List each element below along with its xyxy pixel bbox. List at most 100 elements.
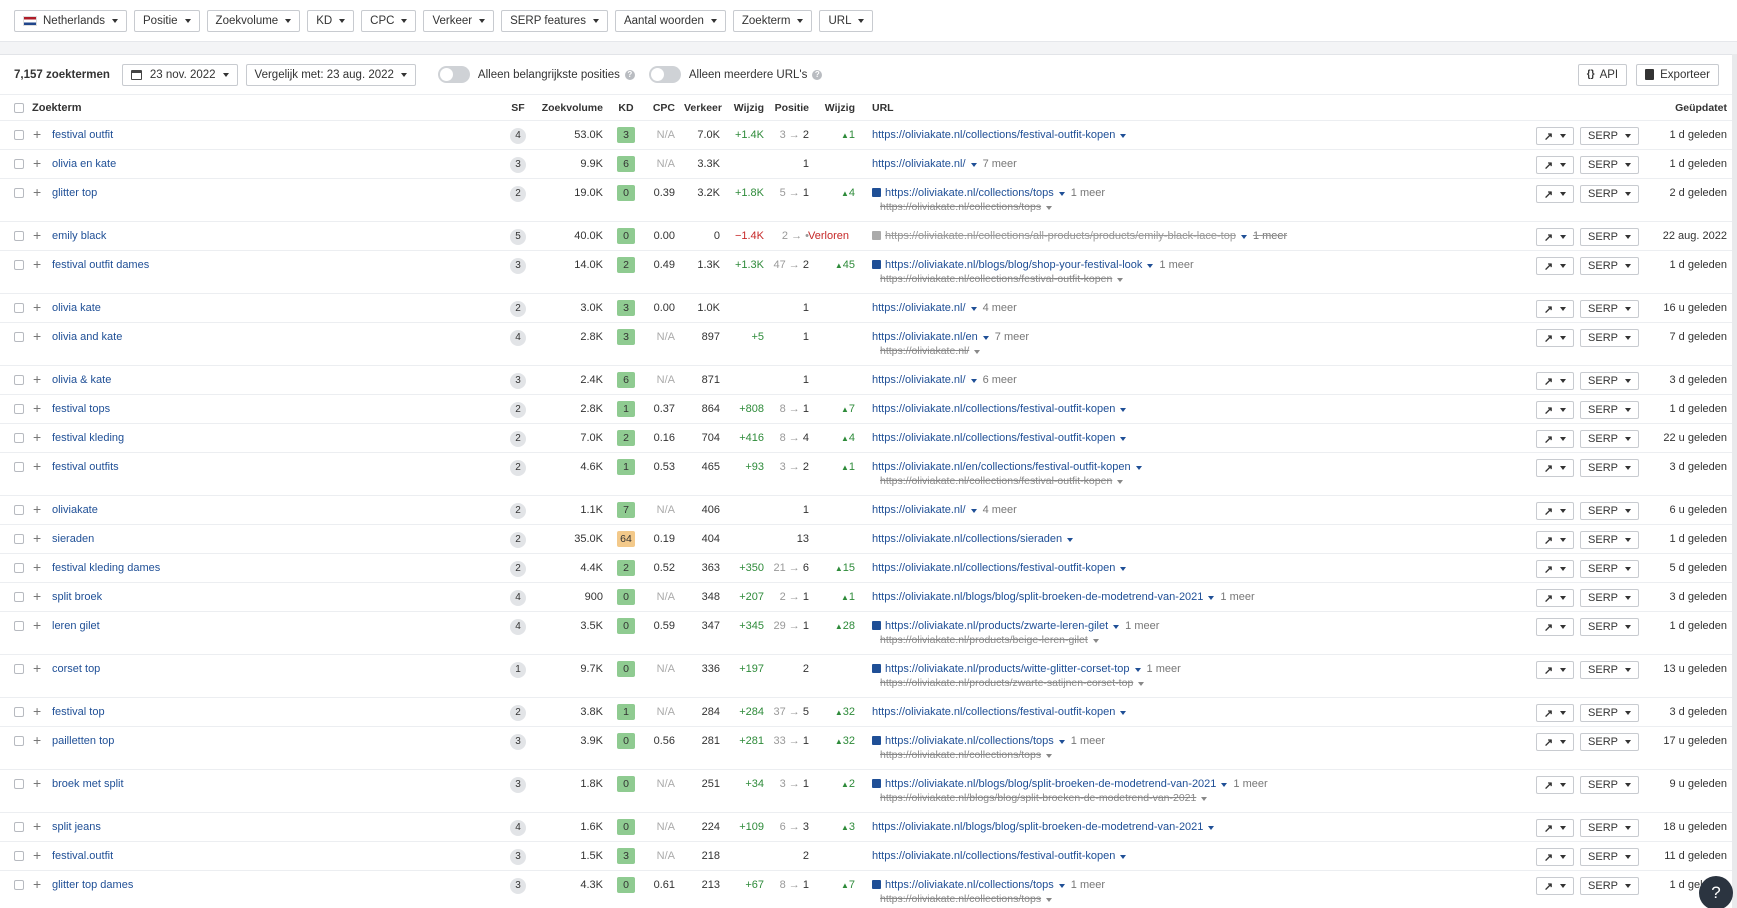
chart-button[interactable]: ↗ — [1536, 589, 1574, 607]
serp-button[interactable]: SERP — [1580, 502, 1639, 520]
row-checkbox[interactable] — [14, 736, 24, 746]
row-checkbox[interactable] — [14, 130, 24, 140]
col-keyword[interactable]: Zoekterm — [32, 101, 82, 115]
add-keyword-icon[interactable]: + — [33, 618, 41, 632]
export-button[interactable]: Exporteer — [1636, 63, 1719, 86]
serp-button[interactable]: SERP — [1580, 430, 1639, 448]
ranking-url[interactable]: https://oliviakate.nl/4 meer — [872, 503, 1017, 517]
toggle-main-positions[interactable] — [437, 66, 470, 83]
serp-button[interactable]: SERP — [1580, 459, 1639, 477]
serp-features-cell[interactable]: 3 — [508, 734, 528, 750]
filter-aantal-woorden[interactable]: Aantal woorden — [614, 9, 726, 32]
keyword-link[interactable]: sieraden — [52, 532, 94, 546]
add-keyword-icon[interactable]: + — [33, 531, 41, 545]
ranking-url[interactable]: https://oliviakate.nl/collections/tops 1 … — [872, 186, 1105, 200]
ranking-url[interactable]: https://oliviakate.nl/6 meer — [872, 373, 1017, 387]
chart-button[interactable]: ↗ — [1536, 560, 1574, 578]
serp-button[interactable]: SERP — [1580, 776, 1639, 794]
serp-features-cell[interactable]: 3 — [508, 849, 528, 865]
serp-features-cell[interactable]: 2 — [508, 301, 528, 317]
chart-button[interactable]: ↗ — [1536, 401, 1574, 419]
serp-features-cell[interactable]: 2 — [508, 186, 528, 202]
ranking-url[interactable]: https://oliviakate.nl/collections/sierad… — [872, 532, 1074, 546]
more-urls[interactable]: 4 meer — [983, 504, 1017, 516]
row-checkbox[interactable] — [14, 563, 24, 573]
serp-features-cell[interactable]: 2 — [508, 561, 528, 577]
date-picker[interactable]: 23 nov. 2022 — [121, 63, 238, 86]
row-checkbox[interactable] — [14, 433, 24, 443]
serp-features-cell[interactable]: 3 — [508, 373, 528, 389]
more-urls[interactable]: 4 meer — [983, 302, 1017, 314]
row-checkbox[interactable] — [14, 159, 24, 169]
keyword-link[interactable]: split broek — [52, 590, 102, 604]
keyword-link[interactable]: olivia kate — [52, 301, 101, 315]
col-traffic-change[interactable]: Wijzig — [727, 101, 764, 115]
help-chat-button[interactable]: ? — [1699, 876, 1733, 908]
serp-features-cell[interactable]: 2 — [508, 532, 528, 548]
serp-button[interactable]: SERP — [1580, 531, 1639, 549]
row-checkbox[interactable] — [14, 375, 24, 385]
row-checkbox[interactable] — [14, 231, 24, 241]
ranking-url[interactable]: https://oliviakate.nl/en 7 meer — [872, 330, 1029, 344]
chart-button[interactable]: ↗ — [1536, 661, 1574, 679]
more-urls[interactable]: 1 meer — [1147, 663, 1181, 675]
ranking-url[interactable]: https://oliviakate.nl/4 meer — [872, 301, 1017, 315]
add-keyword-icon[interactable]: + — [33, 733, 41, 747]
serp-button[interactable]: SERP — [1580, 589, 1639, 607]
serp-button[interactable]: SERP — [1580, 185, 1639, 203]
row-checkbox[interactable] — [14, 664, 24, 674]
keyword-link[interactable]: festival outfit — [52, 128, 113, 142]
chart-button[interactable]: ↗ — [1536, 877, 1574, 895]
keyword-link[interactable]: glitter top dames — [52, 878, 133, 892]
filter-positie[interactable]: Positie — [134, 9, 200, 32]
ranking-url[interactable]: https://oliviakate.nl/collections/festiv… — [872, 128, 1127, 142]
ranking-url[interactable]: https://oliviakate.nl/products/zwarte-le… — [872, 619, 1159, 633]
add-keyword-icon[interactable]: + — [33, 401, 41, 415]
serp-features-cell[interactable]: 4 — [508, 820, 528, 836]
chart-button[interactable]: ↗ — [1536, 531, 1574, 549]
row-checkbox[interactable] — [14, 534, 24, 544]
chart-button[interactable]: ↗ — [1536, 502, 1574, 520]
serp-button[interactable]: SERP — [1580, 228, 1639, 246]
add-keyword-icon[interactable]: + — [33, 228, 41, 242]
more-urls[interactable]: 1 meer — [1220, 591, 1254, 603]
ranking-url[interactable]: https://oliviakate.nl/blogs/blog/split-b… — [872, 777, 1268, 791]
serp-features-cell[interactable]: 2 — [508, 503, 528, 519]
col-position[interactable]: Positie — [771, 101, 809, 115]
add-keyword-icon[interactable]: + — [33, 560, 41, 574]
add-keyword-icon[interactable]: + — [33, 819, 41, 833]
col-url[interactable]: URL — [872, 101, 894, 115]
serp-features-cell[interactable]: 5 — [508, 229, 528, 245]
filter-url[interactable]: URL — [819, 9, 874, 32]
filter-zoekvolume[interactable]: Zoekvolume — [206, 9, 301, 32]
serp-button[interactable]: SERP — [1580, 560, 1639, 578]
col-kd[interactable]: KD — [614, 101, 638, 115]
col-position-change[interactable]: Wijzig — [815, 101, 855, 115]
ranking-url[interactable]: https://oliviakate.nl/collections/all-pr… — [872, 229, 1287, 243]
col-volume[interactable]: Zoekvolume — [535, 101, 603, 115]
more-urls[interactable]: 1 meer — [1071, 735, 1105, 747]
add-keyword-icon[interactable]: + — [33, 300, 41, 314]
serp-button[interactable]: SERP — [1580, 733, 1639, 751]
keyword-link[interactable]: oliviakate — [52, 503, 98, 517]
more-urls[interactable]: 7 meer — [995, 331, 1029, 343]
row-checkbox[interactable] — [14, 621, 24, 631]
filter-cpc[interactable]: CPC — [361, 9, 417, 32]
add-keyword-icon[interactable]: + — [33, 185, 41, 199]
chart-button[interactable]: ↗ — [1536, 819, 1574, 837]
add-keyword-icon[interactable]: + — [33, 704, 41, 718]
serp-features-cell[interactable]: 2 — [508, 705, 528, 721]
add-keyword-icon[interactable]: + — [33, 776, 41, 790]
chart-button[interactable]: ↗ — [1536, 228, 1574, 246]
row-checkbox[interactable] — [14, 822, 24, 832]
add-keyword-icon[interactable]: + — [33, 589, 41, 603]
more-urls[interactable]: 6 meer — [983, 374, 1017, 386]
ranking-url[interactable]: https://oliviakate.nl/blogs/blog/shop-yo… — [872, 258, 1194, 272]
serp-button[interactable]: SERP — [1580, 877, 1639, 895]
more-urls[interactable]: 1 meer — [1071, 879, 1105, 891]
keyword-link[interactable]: emily black — [52, 229, 106, 243]
ranking-url[interactable]: https://oliviakate.nl/blogs/blog/split-b… — [872, 590, 1255, 604]
keyword-link[interactable]: festival outfits — [52, 460, 119, 474]
ranking-url[interactable]: https://oliviakate.nl/collections/festiv… — [872, 431, 1127, 445]
add-keyword-icon[interactable]: + — [33, 661, 41, 675]
